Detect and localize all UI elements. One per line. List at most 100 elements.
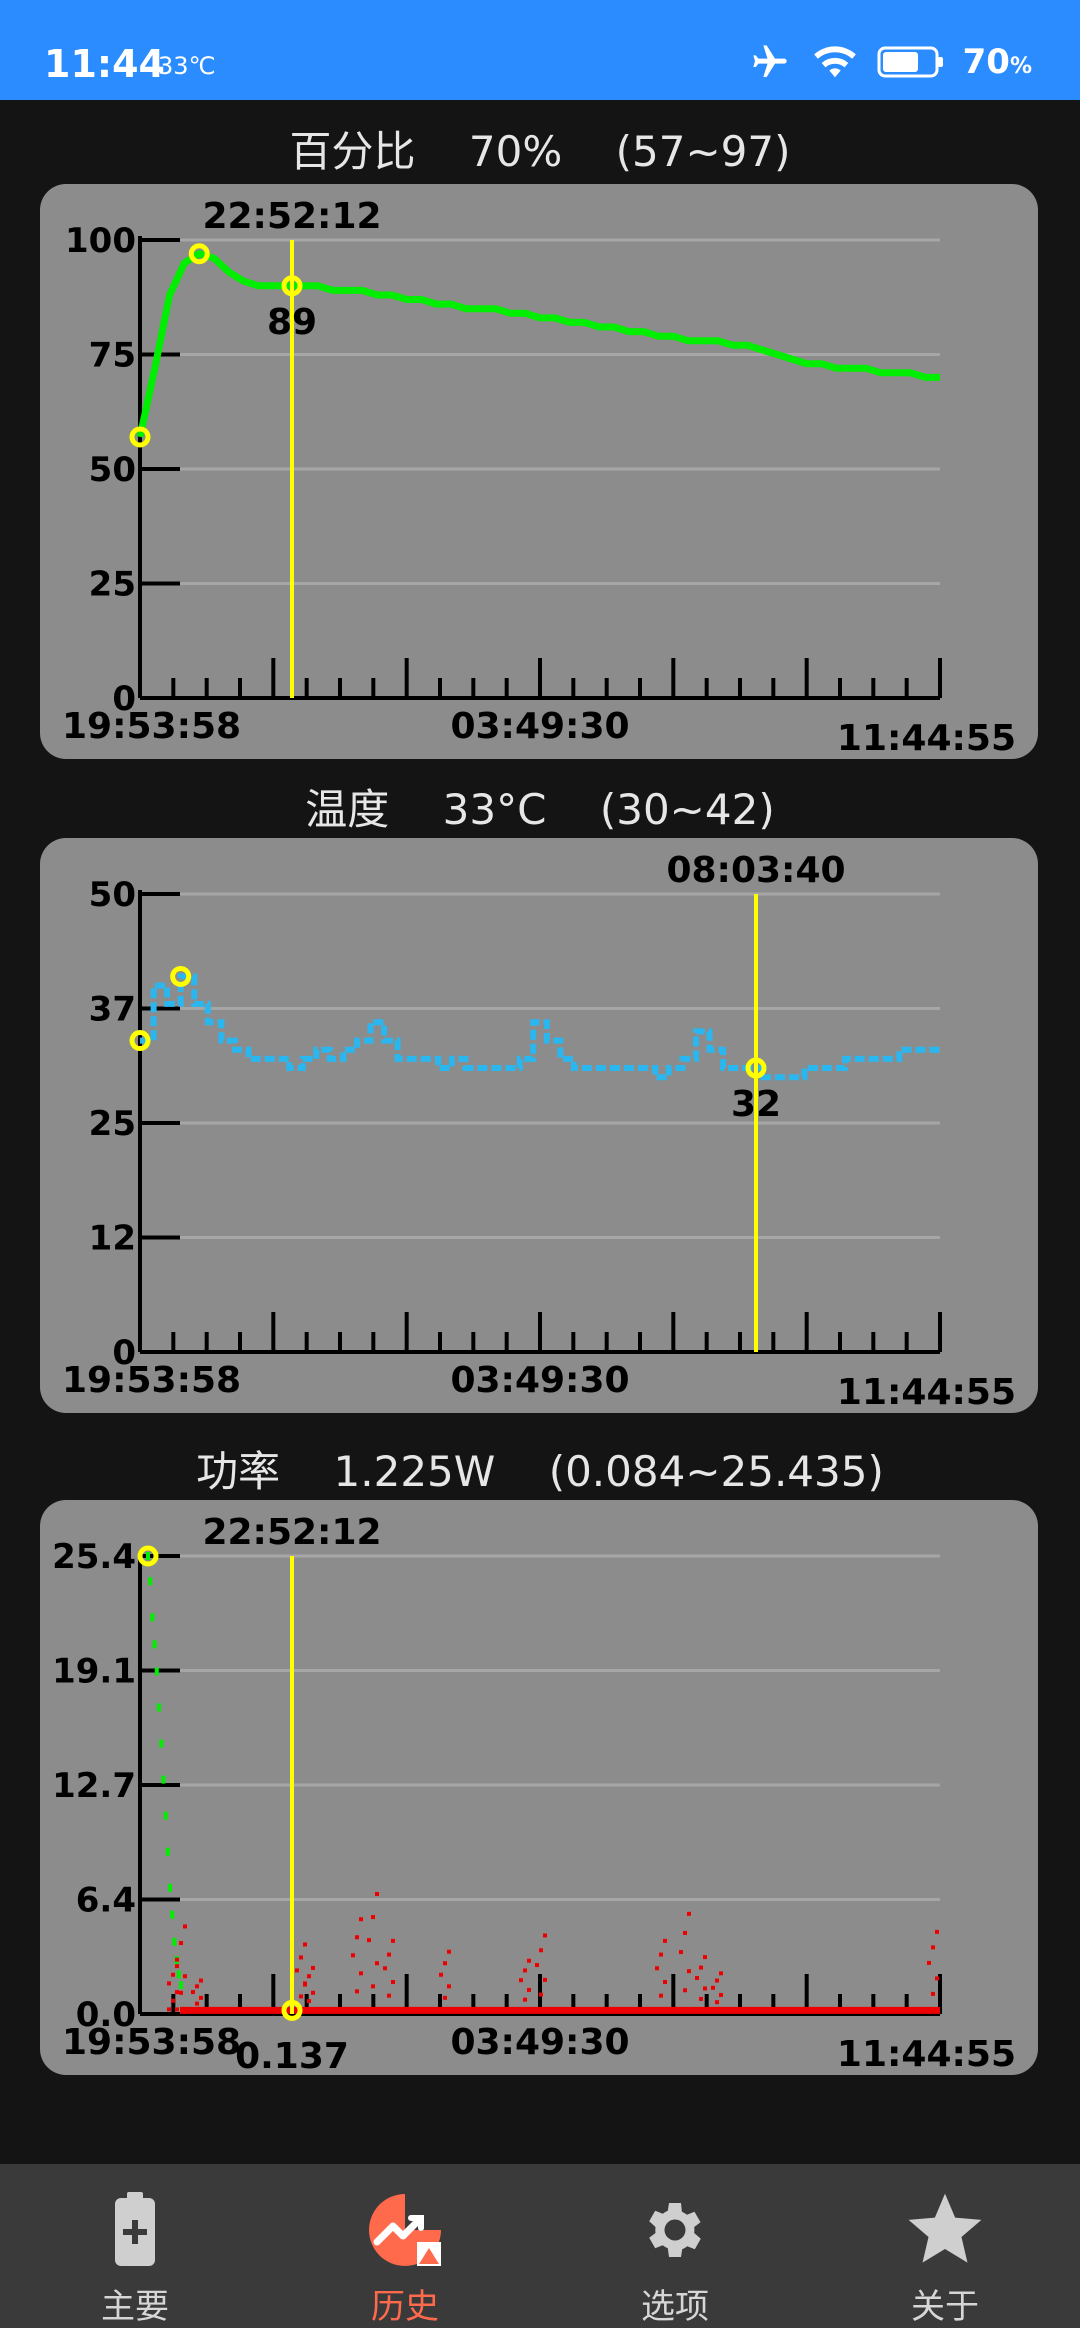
x-label-start: 19:53:58 <box>62 706 241 747</box>
power-point <box>519 1978 523 1983</box>
power-point <box>183 1974 187 1979</box>
y-tick-label: 12 <box>89 1219 136 1259</box>
x-label-middle: 03:49:30 <box>450 1360 629 1401</box>
cursor-value-label: 0.137 <box>235 2036 349 2075</box>
status-temperature: 33℃ <box>158 52 216 80</box>
power-point <box>719 1992 723 1997</box>
power-chart-panel[interactable]: 25.4 19.1 12.7 6.4 0.0 19:53:58 03:49:30 11:44:… <box>40 1500 1038 2075</box>
power-point <box>539 1948 543 1953</box>
y-tick-label: 25.4 <box>52 1537 136 1577</box>
power-point <box>535 2007 539 2012</box>
series-line <box>140 973 940 1081</box>
power-point <box>695 2007 699 2012</box>
temperature-chart-panel[interactable]: 50 37 25 12 0 19:53:58 03:49:30 11:44:55 08:03:4… <box>40 838 1038 1413</box>
power-point <box>927 2007 931 2012</box>
status-time: 11:44 <box>44 42 165 86</box>
x-label-end: 11:44:55 <box>837 718 1016 759</box>
power-point <box>719 1971 723 1976</box>
power-point <box>687 1911 691 1916</box>
history-chart-icon <box>367 2184 443 2275</box>
power-point <box>171 1998 175 2003</box>
power-point <box>447 1984 451 1989</box>
cursor-time-label: 22:52:12 <box>202 1512 381 1553</box>
power-point <box>303 1982 307 1987</box>
wifi-icon <box>811 43 859 81</box>
power-point <box>931 1991 935 1996</box>
cursor-value-label: 89 <box>267 302 317 343</box>
charge-point <box>146 1552 150 1560</box>
series-line <box>136 249 940 438</box>
power-point <box>695 1976 699 1981</box>
power-point <box>195 1984 199 1989</box>
power-point <box>175 1964 179 1969</box>
power-point <box>311 1965 315 1970</box>
power-point <box>171 1972 175 1977</box>
x-label-end: 11:44:55 <box>837 2034 1016 2075</box>
power-point <box>303 1942 307 1947</box>
charge-point <box>157 1703 161 1712</box>
power-point <box>311 1990 315 1995</box>
power-point <box>663 1938 667 1943</box>
power-point <box>683 1988 687 1993</box>
power-point <box>387 1993 391 1998</box>
battery-icon <box>113 2184 157 2275</box>
power-point <box>931 1945 935 1950</box>
x-label-middle: 03:49:30 <box>450 2022 629 2063</box>
power-point <box>539 1992 543 1997</box>
power-point <box>543 1933 547 1938</box>
charge-point <box>152 1640 157 1649</box>
charge-point <box>161 1775 166 1784</box>
power-point <box>391 1938 395 1943</box>
power-point <box>703 1955 707 1960</box>
power-point <box>351 1953 355 1958</box>
power-point <box>359 1971 363 1976</box>
power-point <box>199 1978 203 1983</box>
power-point <box>303 2007 307 2012</box>
cursor-value-label: 32 <box>731 1084 781 1125</box>
power-point <box>711 1985 715 1990</box>
power-point <box>655 2007 659 2012</box>
charge-point <box>154 1667 159 1676</box>
power-point <box>383 1966 387 1971</box>
power-point <box>439 1972 443 1977</box>
power-point <box>167 1981 171 1986</box>
y-tick-label: 75 <box>89 336 136 376</box>
power-point <box>443 1961 447 1966</box>
x-label-end: 11:44:55 <box>837 1372 1016 1413</box>
gear-icon <box>639 2184 711 2275</box>
nav-item-history[interactable]: 历史 <box>270 2164 540 2328</box>
power-point <box>367 2007 371 2012</box>
status-icons: 70% <box>747 42 1032 82</box>
chart-0: 100755025019:53:58 03:49:30 11:44:5522:52:… <box>62 196 1016 759</box>
power-point <box>307 1974 311 1979</box>
power-point <box>375 1891 379 1896</box>
power-point <box>715 2000 719 2005</box>
power-point <box>375 1961 379 1966</box>
charge-point <box>168 1883 172 1892</box>
power-point <box>655 1966 659 1971</box>
y-tick-label: 25 <box>89 1104 136 1144</box>
nav-item-options[interactable]: 选项 <box>540 2164 810 2328</box>
nav-label-history: 历史 <box>371 2287 439 2327</box>
power-point <box>523 1968 527 1973</box>
power-point <box>519 2007 523 2012</box>
power-point <box>687 1969 691 1974</box>
nav-item-main[interactable]: 主要 <box>0 2164 270 2328</box>
battery-section-title: 百分比 70% (57~97) <box>289 127 791 176</box>
power-point <box>307 1999 311 2004</box>
battery-percent: 70% <box>962 42 1032 82</box>
power-point <box>179 1990 183 1995</box>
nav-item-about[interactable]: 关于 <box>810 2164 1080 2328</box>
power-point <box>679 2007 683 2012</box>
power-point <box>523 1997 527 2002</box>
charge-point <box>176 1970 181 1979</box>
battery-icon <box>877 45 945 79</box>
power-point <box>183 1924 187 1929</box>
y-tick-label: 12.7 <box>52 1766 136 1806</box>
power-point <box>359 1917 363 1922</box>
power-point <box>927 1960 931 1965</box>
power-point <box>199 1995 203 2000</box>
battery-chart-panel[interactable]: 100 75 50 25 0 19:53:58 03:49:30 11:44:55 22:52:… <box>40 184 1038 759</box>
charge-point <box>170 1910 175 1919</box>
y-tick-label: 100 <box>65 221 136 261</box>
